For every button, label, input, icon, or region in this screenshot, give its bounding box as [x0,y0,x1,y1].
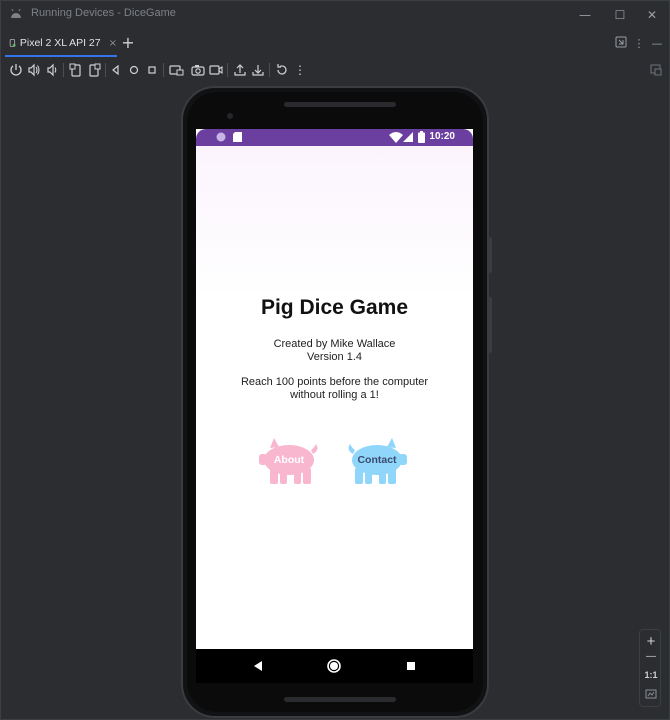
title-bar: Running Devices - DiceGame — ☐ ✕ [1,1,669,29]
snapshot-icon[interactable] [167,61,185,79]
running-devices-window: Running Devices - DiceGame — ☐ ✕ Pixel 2… [0,0,670,720]
phone-speaker [284,697,396,702]
upload-icon[interactable] [231,61,249,79]
phone-side-button [489,297,492,353]
status-bar: 10:20 [196,129,473,146]
about-label: About [273,454,305,466]
game-title: Pig Dice Game [260,296,409,319]
contact-button[interactable]: Contact [346,438,408,486]
device-icon [9,39,16,47]
home-icon[interactable] [125,61,143,79]
maximize-button[interactable]: ☐ [609,5,631,25]
zoom-panel: + — 1:1 [639,629,661,707]
toolbar-separator [163,63,164,77]
app-content: Pig Dice Game Created by Mike Wallace Ve… [196,146,473,649]
more-icon[interactable]: ⋮ [291,61,309,79]
fit-screen-icon[interactable] [640,688,662,703]
version-text: Version 1.4 [306,351,363,363]
wifi-icon [389,132,403,143]
close-button[interactable]: ✕ [641,5,663,25]
device-tab-bar: Pixel 2 XL API 27 × + ⋮ — [1,31,669,57]
phone-camera [227,113,233,119]
credit-author: Created by Mike Wallace [273,338,396,350]
toolbar-separator [105,63,106,77]
status-time: 10:20 [429,131,455,142]
toolbar-separator [63,63,64,77]
about-button[interactable]: About [258,438,320,486]
device-screen[interactable]: 10:20 Pig Dice Game Created by Mike Wall… [196,129,473,683]
minimize-button[interactable]: — [574,5,596,25]
actual-size-button[interactable]: 1:1 [640,670,662,680]
overview-icon[interactable] [143,61,161,79]
emulator-toolbar: ⋮ [1,59,669,81]
add-device-button[interactable]: + [119,34,137,52]
zoom-in-button[interactable]: + [640,633,662,650]
rotate-right-icon[interactable] [85,61,103,79]
battery-icon [418,131,425,143]
game-description: Reach 100 points before the computer wit… [240,376,429,401]
zoom-out-button[interactable]: — [640,651,662,662]
tab-close-icon[interactable]: × [109,38,117,49]
notification-icon [216,132,226,142]
volume-down-icon[interactable] [43,61,61,79]
android-icon [11,9,21,18]
nav-home-icon[interactable] [326,658,342,674]
toolbar-separator [269,63,270,77]
tab-pixel-2-xl[interactable]: Pixel 2 XL API 27 × [5,31,117,57]
signal-icon [403,132,413,142]
nav-back-icon[interactable] [250,658,266,674]
record-icon[interactable] [207,61,225,79]
reset-icon[interactable] [273,61,291,79]
android-nav-bar [196,649,473,683]
power-icon[interactable] [7,61,25,79]
nav-overview-icon[interactable] [403,658,419,674]
contact-label: Contact [357,454,397,466]
minimize-panel-icon[interactable]: — [649,36,665,52]
screen-settings-icon[interactable] [647,61,665,79]
phone-speaker [284,102,396,107]
download-icon[interactable] [249,61,267,79]
back-icon[interactable] [107,61,125,79]
volume-up-icon[interactable] [25,61,43,79]
phone-side-button [489,237,492,273]
window-title: Running Devices - DiceGame [31,7,176,19]
camera-icon[interactable] [189,61,207,79]
credit-text: Created by Mike Wallace Version 1.4 [196,338,473,364]
toolbar-separator [227,63,228,77]
more-options-icon[interactable]: ⋮ [631,36,647,52]
tab-label: Pixel 2 XL API 27 [19,37,101,49]
rotate-left-icon[interactable] [67,61,85,79]
collapse-icon[interactable] [613,36,629,52]
sd-card-icon [233,132,242,142]
